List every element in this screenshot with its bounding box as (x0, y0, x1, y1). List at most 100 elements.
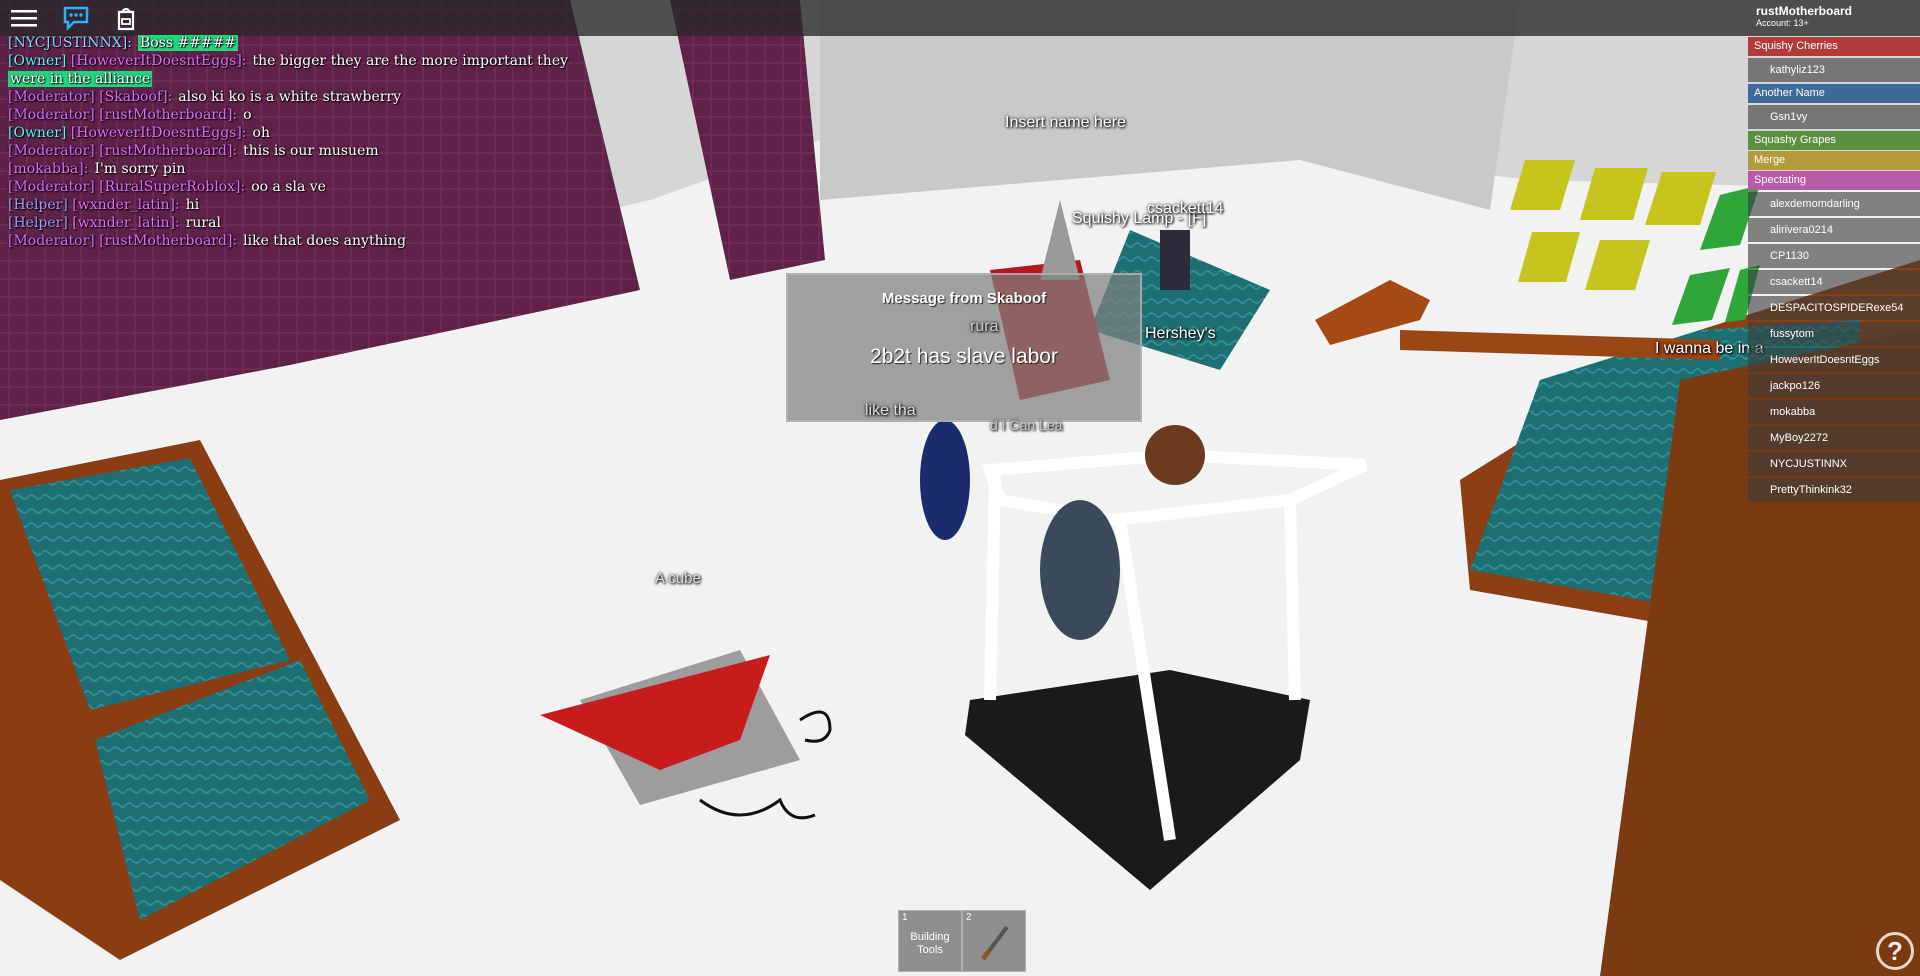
player-row[interactable]: mokabba (1748, 400, 1920, 424)
player-name: MyBoy2272 (1770, 432, 1829, 444)
chat-rank-tag: [Moderator] (8, 143, 95, 159)
slot-number: 1 (902, 912, 908, 923)
chat-line: [Moderator] [rustMotherboard]: o (8, 106, 568, 124)
chat-line: [mokabba]: I'm sorry pin (8, 160, 568, 178)
chat-line: [Moderator] [rustMotherboard]: this is ou… (8, 142, 568, 160)
player-name: mokabba (1770, 406, 1816, 418)
billboard-csackett: csackett14 (1147, 200, 1224, 217)
player-row[interactable]: alexdemomdarling (1748, 192, 1920, 216)
chat-icon[interactable] (62, 4, 90, 32)
player-name: HoweverItDoesntEggs (1770, 354, 1880, 366)
player-row[interactable]: jackpo126 (1748, 374, 1920, 398)
chat-line: [Helper] [wxnder_latin]: rural (8, 214, 568, 232)
chat-message: like that does anything (243, 233, 407, 249)
player-row[interactable]: kathyliz123 (1748, 58, 1920, 82)
glass-case-edge (984, 474, 1001, 701)
billboard-hersheys: Hershey's (1145, 325, 1216, 342)
chat-message: Boss ##### (137, 35, 239, 51)
team-header: Merge (1748, 151, 1920, 170)
player-name: jackpo126 (1770, 380, 1821, 392)
player-name: kathyliz123 (1770, 64, 1826, 76)
player-row[interactable]: PrettyThinkink32 (1748, 478, 1920, 502)
chat-line: [Moderator] [rustMotherboard]: like that … (8, 232, 568, 250)
chat-username[interactable]: [mokabba]: (8, 161, 88, 177)
chat-username[interactable]: [wxnder_latin]: (72, 215, 179, 231)
player-name: NYCJUSTINNX (1770, 458, 1848, 470)
player-row[interactable]: csackett14 (1748, 270, 1920, 294)
chat-line: [NYCJUSTINNX]: Boss ##### (8, 34, 568, 52)
slot-label: Building Tools (910, 931, 950, 956)
player-row[interactable]: MyBoy2272 (1748, 426, 1920, 450)
player-name: DESPACITOSPIDERexe54 (1770, 302, 1904, 314)
chat-message: o (243, 107, 252, 123)
player-row[interactable]: DESPACITOSPIDERexe54 (1748, 296, 1920, 320)
chat-line: [Moderator] [RuralSuperRoblox]: oo a sla … (8, 178, 568, 196)
chat-message: rural (185, 215, 221, 231)
chat-username[interactable]: [rustMotherboard]: (99, 107, 237, 123)
billboard-fragment: rura (970, 318, 999, 335)
chat-rank-tag: [Moderator] (8, 179, 95, 195)
player-row[interactable]: HoweverItDoesntEggs (1748, 348, 1920, 372)
chat-rank-tag: [Owner] (8, 125, 67, 141)
team-header: Squashy Grapes (1748, 131, 1920, 150)
account-info: rustMotherboard Account: 13+ (1748, 0, 1920, 36)
system-message: Message from Skaboof 2b2t has slave labo… (786, 273, 1142, 422)
chat-rank-tag: [Helper] (8, 215, 68, 231)
top-bar (0, 0, 1920, 36)
hotbar-slot-2[interactable]: 2 (962, 910, 1026, 972)
billboard-insert-name: Insert name here (1005, 114, 1126, 131)
chat-username[interactable]: [HoweverItDoesntEggs]: (71, 125, 247, 141)
sword-icon (981, 925, 1009, 961)
chat-username[interactable]: [Skaboof]: (99, 89, 172, 105)
avatar-armored (1040, 500, 1120, 640)
avatar-blue (920, 420, 970, 540)
chat-window: [NYCJUSTINNX]: Boss ##### [Owner] [However… (8, 34, 568, 250)
chat-line: [Owner] [HoweverItDoesntEggs]: the bigger… (8, 52, 568, 70)
player-name: alexdemomdarling (1770, 198, 1860, 210)
player-name: Gsn1vy (1770, 111, 1808, 123)
player-row[interactable]: fussytom (1748, 322, 1920, 346)
account-name: rustMotherboard (1756, 4, 1852, 18)
chat-message: oh (252, 125, 270, 141)
message-title: Message from Skaboof (881, 290, 1047, 307)
chat-username[interactable]: [HoweverItDoesntEggs]: (71, 53, 247, 69)
chat-rank-tag: [Helper] (8, 197, 68, 213)
billboard-fragment: like tha (865, 402, 916, 419)
player-row[interactable]: NYCJUSTINNX (1748, 452, 1920, 476)
chat-username[interactable]: [rustMotherboard]: (99, 143, 237, 159)
player-row[interactable]: CP1130 (1748, 244, 1920, 268)
chat-message: this is our musuem (243, 143, 379, 159)
chat-message: hi (185, 197, 200, 213)
chat-line: [Owner] [HoweverItDoesntEggs]: oh (8, 124, 568, 142)
account-age: Account: 13+ (1756, 18, 1809, 28)
hotbar-slot-1[interactable]: 1 Building Tools (898, 910, 962, 972)
player-name: PrettyThinkink32 (1770, 484, 1852, 496)
chat-username[interactable]: [rustMotherboard]: (99, 233, 237, 249)
chat-username[interactable]: [wxnder_latin]: (72, 197, 179, 213)
message-body: 2b2t has slave labor (870, 345, 1058, 368)
help-icon[interactable]: ? (1876, 932, 1914, 970)
chat-line: [Helper] [wxnder_latin]: hi (8, 196, 568, 214)
hamburger-menu-icon[interactable] (10, 4, 38, 32)
player-row[interactable]: alirivera0214 (1748, 218, 1920, 242)
player-name: fussytom (1770, 328, 1815, 340)
chat-message: I'm sorry pin (94, 161, 186, 177)
player-row[interactable]: Gsn1vy (1748, 105, 1920, 129)
billboard-fragment: d I Can Lea (990, 417, 1063, 433)
avatar-hersheys (1145, 425, 1205, 485)
chat-username[interactable]: [RuralSuperRoblox]: (99, 179, 245, 195)
glass-case-edge (1284, 499, 1301, 701)
chat-message: also ki ko is a white strawberry (178, 89, 402, 105)
chat-message: the bigger they are the more important t… (252, 53, 569, 69)
chat-rank-tag: [Moderator] (8, 233, 95, 249)
backpack-icon[interactable] (112, 4, 140, 32)
chat-message: were in the alliance (8, 71, 153, 87)
chat-message: oo a sla ve (251, 179, 326, 195)
chat-username[interactable]: [NYCJUSTINNX]: (8, 35, 132, 51)
player-name: csackett14 (1770, 276, 1823, 288)
player-list: rustMotherboard Account: 13+ Squishy Che… (1748, 0, 1920, 504)
billboard-a-cube: A cube (655, 570, 701, 587)
team-header: Spectating (1748, 171, 1920, 190)
team-header: Another Name (1748, 84, 1920, 103)
chat-line: [Moderator] [Skaboof]: also ki ko is a wh… (8, 88, 568, 106)
